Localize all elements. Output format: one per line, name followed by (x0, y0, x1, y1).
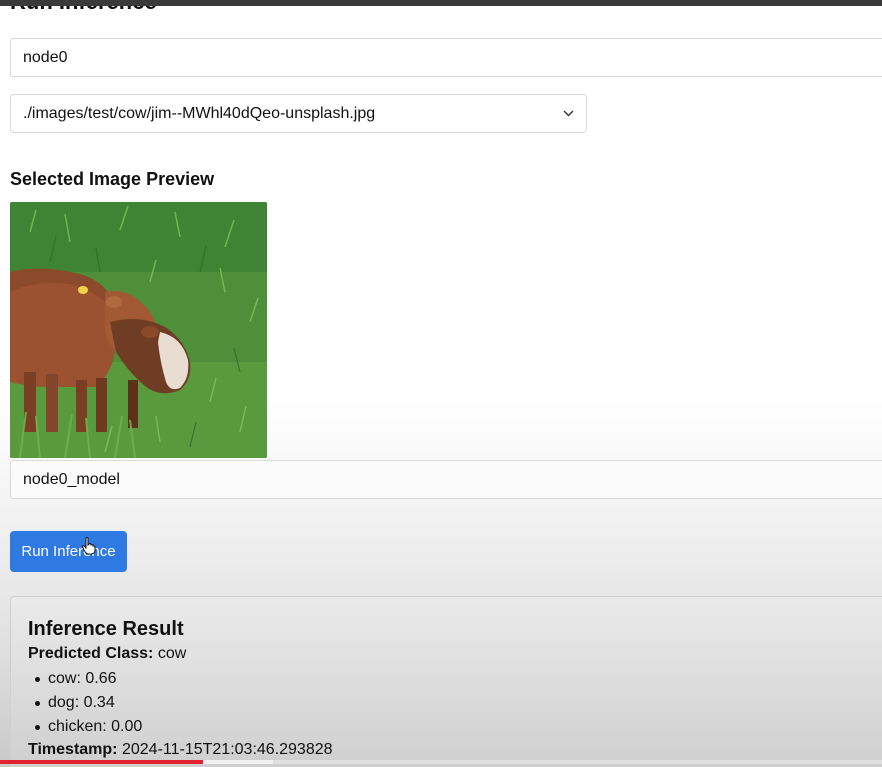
timestamp-label: Timestamp: (28, 741, 118, 758)
timestamp: Timestamp: 2024-11-15T21:03:46.293828 (28, 740, 333, 760)
inference-result-panel: Inference Result Predicted Class: cow co… (10, 596, 882, 767)
list-item: dog: 0.34 (28, 691, 142, 715)
probability-list: cow: 0.66 dog: 0.34 chicken: 0.00 (28, 667, 142, 739)
result-title: Inference Result (28, 618, 184, 640)
chevron-down-icon (562, 108, 574, 120)
predicted-class: Predicted Class: cow (28, 644, 186, 664)
list-item: chicken: 0.00 (28, 715, 142, 739)
video-progress-bar[interactable] (0, 760, 882, 764)
video-progress-fill (0, 760, 203, 764)
selected-image-preview (10, 202, 267, 458)
hand-cursor-icon (81, 537, 96, 555)
image-path-selected: ./images/test/cow/jim--MWhl40dQeo-unspla… (23, 104, 376, 122)
predicted-class-value: cow (157, 645, 187, 662)
node-id-input[interactable] (10, 38, 882, 77)
list-item: cow: 0.66 (28, 667, 142, 691)
image-path-select[interactable]: ./images/test/cow/jim--MWhl40dQeo-unspla… (10, 94, 587, 133)
predicted-class-label: Predicted Class: (28, 645, 154, 662)
preview-heading: Selected Image Preview (10, 169, 215, 189)
model-name-input[interactable] (10, 460, 882, 499)
window-top-bar (0, 0, 882, 6)
timestamp-value: 2024-11-15T21:03:46.293828 (121, 741, 333, 758)
run-inference-button[interactable]: Run Inference (10, 531, 127, 572)
